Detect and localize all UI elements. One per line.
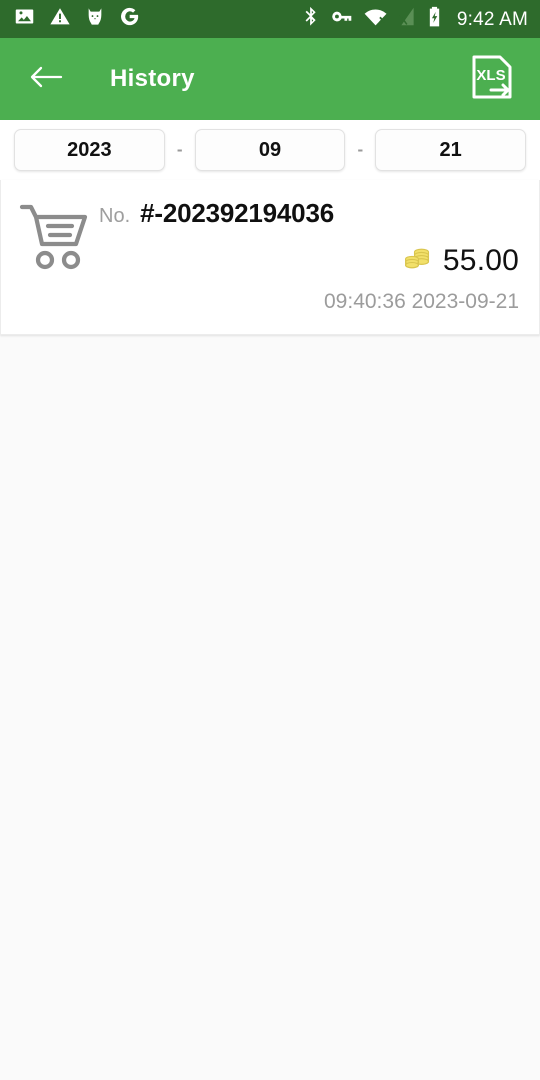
date-year-field[interactable]: 2023 — [14, 129, 165, 171]
warning-triangle-icon — [49, 6, 71, 32]
date-month-field[interactable]: 09 — [194, 129, 346, 171]
arrow-left-icon — [29, 64, 63, 95]
record-icon-wrap — [15, 194, 99, 279]
app-bar: History XLS — [0, 38, 540, 120]
record-number-value: #-202392194036 — [140, 198, 334, 228]
back-button[interactable] — [24, 57, 68, 101]
xls-export-icon: XLS — [469, 53, 515, 106]
signal-no-sim-icon — [395, 6, 416, 32]
date-separator-2: - — [357, 140, 364, 159]
record-amount-value: 55.00 — [442, 243, 519, 277]
date-day-field[interactable]: 21 — [375, 129, 527, 171]
page-title: History — [110, 65, 195, 92]
status-bar-left-icons — [14, 6, 140, 32]
history-list-item[interactable]: No. #-202392194036 55.00 09:40:36 2023-0… — [0, 180, 540, 335]
coins-icon — [403, 243, 433, 278]
record-timestamp: 09:40:36 2023-09-21 — [324, 290, 519, 313]
vpn-key-icon — [330, 6, 353, 32]
history-list: No. #-202392194036 55.00 09:40:36 2023-0… — [0, 180, 540, 335]
record-timestamp-row: 09:40:36 2023-09-21 — [99, 290, 519, 314]
wifi-off-icon — [364, 6, 388, 32]
record-number-row: No. #-202392194036 — [99, 198, 519, 229]
battery-charging-icon — [427, 6, 442, 33]
date-selector: 2023 - 09 - 21 — [0, 120, 540, 180]
record-number-label: No. — [99, 205, 131, 227]
status-bar: 9:42 AM — [0, 0, 540, 38]
shopping-cart-icon — [19, 202, 95, 279]
google-g-icon — [119, 6, 140, 32]
image-icon — [14, 6, 35, 32]
cat-face-icon — [85, 6, 105, 32]
status-bar-clock: 9:42 AM — [456, 8, 528, 30]
record-details: No. #-202392194036 55.00 09:40:36 2023-0… — [99, 194, 519, 314]
svg-text:XLS: XLS — [476, 67, 505, 84]
date-separator-1: - — [176, 140, 183, 159]
status-bar-right-icons: 9:42 AM — [303, 6, 528, 33]
bluetooth-icon — [303, 6, 319, 32]
record-amount-row: 55.00 — [99, 243, 519, 278]
export-xls-button[interactable]: XLS — [466, 53, 518, 105]
